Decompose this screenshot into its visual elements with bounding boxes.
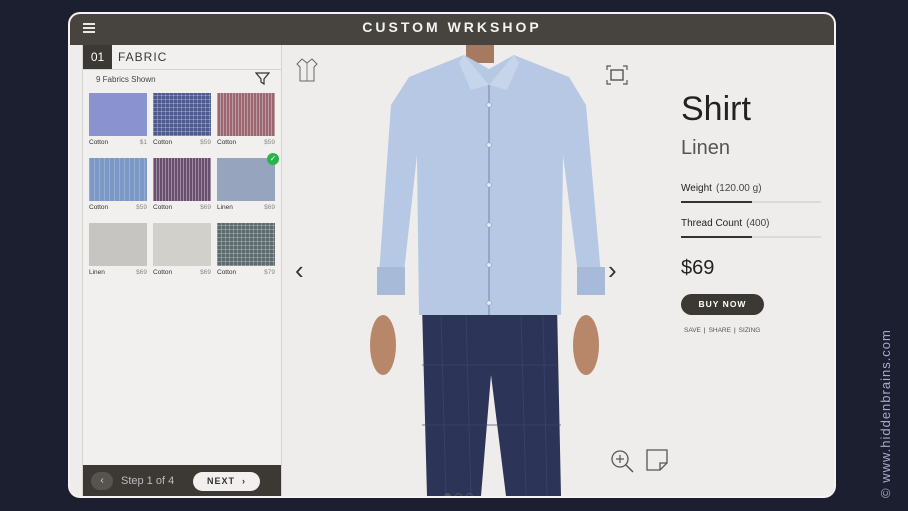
- fabric-swatch[interactable]: Cotton $59: [89, 158, 147, 216]
- weight-value: (120.00 g): [715, 183, 762, 194]
- step-footer: ‹ Step 1 of 4 NEXT ›: [83, 465, 281, 496]
- weight-label: Weight: [681, 183, 712, 194]
- swatch-caption: Cotton $79: [217, 269, 275, 276]
- step-progress: Step 1 of 4: [121, 475, 175, 487]
- thread-count-bar: [681, 236, 821, 238]
- swatch-price: $69: [200, 204, 211, 211]
- swatch-image: [89, 93, 147, 136]
- swatch-name: Cotton: [153, 269, 173, 276]
- swatch-price: $59: [136, 204, 147, 211]
- swatch-name: Linen: [89, 269, 105, 276]
- swatch-price: $79: [264, 269, 275, 276]
- swatch-price: $69: [200, 269, 211, 276]
- fabric-count: 9 Fabrics Shown: [96, 75, 156, 84]
- swatch-price: $59: [200, 139, 211, 146]
- swatch-caption: Cotton $69: [153, 269, 211, 276]
- weight-bar: [681, 201, 821, 203]
- shirt-outline-icon[interactable]: [296, 57, 318, 83]
- fabric-swatch[interactable]: Cotton $1: [89, 93, 147, 151]
- zoom-in-icon[interactable]: [609, 448, 635, 474]
- step-header: 01 FABRIC: [83, 45, 281, 70]
- fabric-swatch[interactable]: Cotton $59: [217, 93, 275, 151]
- save-link[interactable]: SAVE: [684, 327, 701, 334]
- thread-count-value: (400): [746, 218, 770, 229]
- swatch-price: $69: [264, 204, 275, 211]
- swatch-image: [217, 93, 275, 136]
- fabric-swatch[interactable]: Cotton $69: [153, 223, 211, 281]
- product-links: SAVE | SHARE | SIZING: [684, 327, 761, 334]
- swatch-price: $69: [136, 269, 147, 276]
- swatch-name: Linen: [217, 204, 233, 211]
- swatch-caption: Cotton $69: [153, 204, 211, 211]
- swatch-name: Cotton: [153, 139, 173, 146]
- thread-count-spec: Thread Count (400): [681, 218, 821, 238]
- product-name: Shirt: [681, 90, 751, 128]
- swatch-image: [89, 158, 147, 201]
- swatch-image: [153, 223, 211, 266]
- swatch-caption: Linen $69: [89, 269, 147, 276]
- fabric-swatch[interactable]: Cotton $59: [153, 93, 211, 151]
- fabric-swatch[interactable]: Cotton $79: [217, 223, 275, 281]
- prev-step-button[interactable]: ‹: [91, 472, 113, 490]
- next-label: NEXT: [206, 476, 235, 486]
- carousel-dot[interactable]: [444, 493, 451, 496]
- chevron-left-icon: ‹: [100, 475, 104, 486]
- swatch-name: Cotton: [217, 139, 237, 146]
- swatch-image: [89, 223, 147, 266]
- watermark: © www.hiddenbrains.com: [878, 329, 893, 498]
- fabric-swatch[interactable]: Linen $69 ✓: [217, 153, 279, 216]
- thread-count-label: Thread Count: [681, 218, 743, 229]
- swatch-image: [217, 223, 275, 266]
- filter-icon[interactable]: [255, 72, 270, 85]
- weight-spec: Weight (120.00 g): [681, 183, 821, 203]
- note-icon[interactable]: [645, 448, 669, 472]
- buy-now-button[interactable]: BUY NOW: [681, 294, 764, 315]
- sizing-link[interactable]: SIZING: [739, 327, 761, 334]
- next-button[interactable]: NEXT ›: [193, 472, 260, 491]
- app-title: CUSTOM WRKSHOP: [362, 19, 542, 35]
- share-link[interactable]: SHARE: [709, 327, 731, 334]
- swatch-name: Cotton: [89, 204, 109, 211]
- top-bar: CUSTOM WRKSHOP: [70, 14, 834, 45]
- swatch-caption: Linen $69: [217, 204, 275, 211]
- chevron-right-icon: ›: [238, 476, 247, 486]
- swatch-image: [153, 93, 211, 136]
- model-figure: [370, 45, 605, 496]
- carousel-dot[interactable]: [455, 493, 462, 496]
- step-number: 01: [83, 45, 112, 69]
- swatch-price: $59: [264, 139, 275, 146]
- next-view-arrow[interactable]: ›: [608, 255, 617, 286]
- swatch-caption: Cotton $59: [153, 139, 211, 146]
- app-window: CUSTOM WRKSHOP 01 FABRIC 9 Fabrics Shown…: [70, 14, 834, 496]
- swatch-image: [217, 158, 275, 201]
- swatch-name: Cotton: [217, 269, 237, 276]
- swatch-caption: Cotton $1: [89, 139, 147, 146]
- swatch-name: Cotton: [153, 204, 173, 211]
- swatch-caption: Cotton $59: [89, 204, 147, 211]
- carousel-dot[interactable]: [466, 493, 473, 496]
- prev-view-arrow[interactable]: ‹: [295, 255, 304, 286]
- product-price: $69: [681, 257, 715, 279]
- fabric-swatch[interactable]: Linen $69: [89, 223, 147, 281]
- swatch-name: Cotton: [89, 139, 109, 146]
- swatch-image: [153, 158, 211, 201]
- product-fabric: Linen: [681, 137, 730, 159]
- fabric-swatch[interactable]: Cotton $69: [153, 158, 211, 216]
- product-viewer: ‹ ›: [281, 45, 668, 496]
- selected-check-icon: ✓: [267, 153, 279, 165]
- swatch-caption: Cotton $59: [217, 139, 275, 146]
- fabric-panel: 01 FABRIC 9 Fabrics Shown Cotton $1 Cotton…: [82, 45, 282, 496]
- carousel-dots: [444, 487, 477, 496]
- step-label: FABRIC: [118, 50, 168, 64]
- swatch-price: $1: [139, 139, 147, 146]
